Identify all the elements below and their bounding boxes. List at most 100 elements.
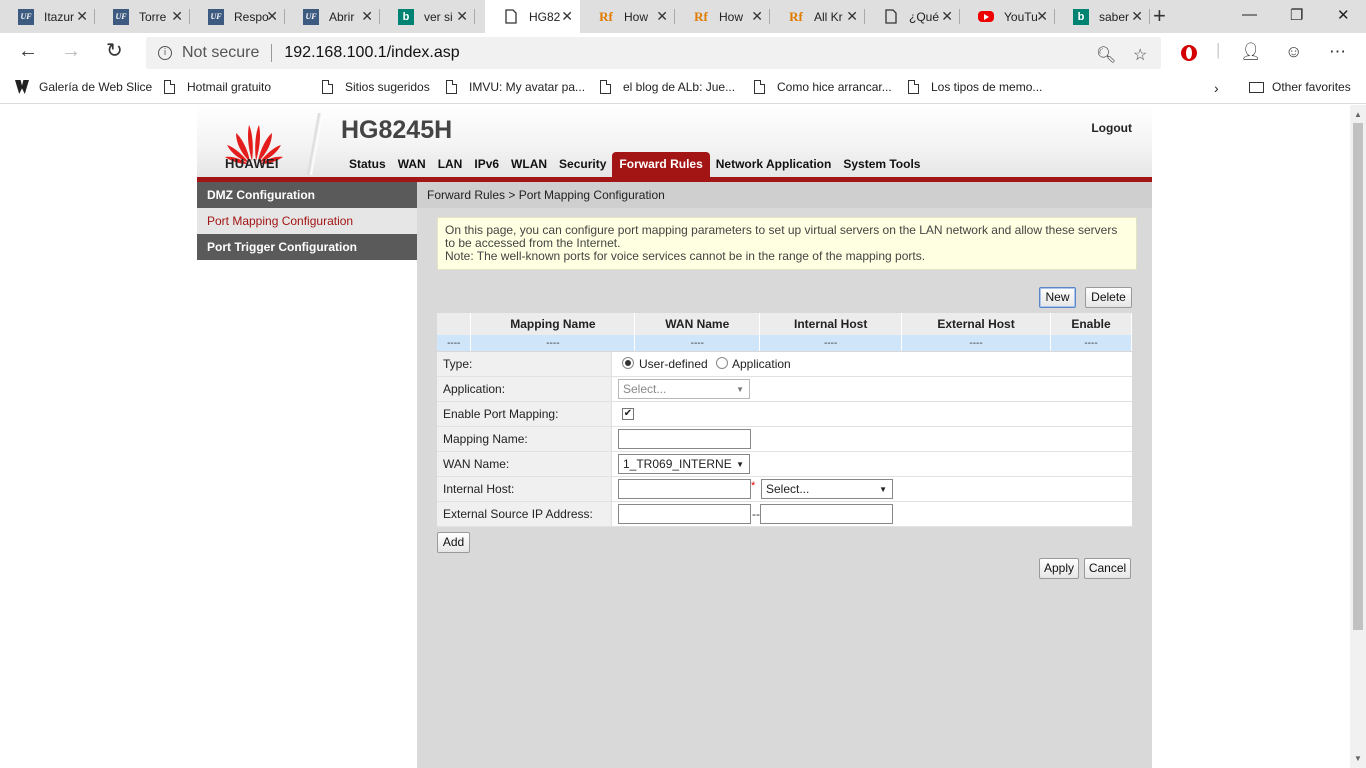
browser-tab[interactable]: UF Abrir ✕ [285,0,380,33]
application-select[interactable]: Select... ▼ [618,379,750,399]
close-tab-icon[interactable]: ✕ [1131,9,1143,23]
dropdown-arrow-icon: ▼ [879,485,887,494]
dropdown-arrow-icon: ▼ [736,385,744,394]
nav-status[interactable]: Status [343,152,392,177]
browser-tab[interactable]: Rf All Kr ✕ [770,0,865,33]
apply-button[interactable]: Apply [1039,558,1079,579]
close-tab-icon[interactable]: ✕ [456,9,468,23]
wan-name-select-value: 1_TR069_INTERNE [623,457,732,471]
browser-tab[interactable]: b ver si ✕ [380,0,475,33]
close-window-icon[interactable]: ✕ [1337,6,1350,24]
profile-icon[interactable]: 👤︎ [1240,42,1262,62]
column-header-wan-name: WAN Name [634,313,761,335]
column-header-enable: Enable [1050,313,1132,335]
tab-title: ¿Qué [909,9,940,24]
favorite-star-icon[interactable]: ☆ [1133,45,1147,65]
chevron-right-icon[interactable]: › [1214,80,1219,96]
port-mapping-form: Type: User-defined Application Applicati… [437,352,1132,527]
browser-tab[interactable]: Rf How ✕ [580,0,675,33]
nav-forward-rules[interactable]: Forward Rules [612,152,710,177]
close-tab-icon[interactable]: ✕ [751,9,763,23]
close-tab-icon[interactable]: ✕ [1036,9,1048,23]
bookmark-item[interactable]: Galería de Web Slice [15,80,152,94]
sidebar-item-dmz[interactable]: DMZ Configuration [197,182,417,208]
sidebar-item-port-trigger[interactable]: Port Trigger Configuration [197,234,417,260]
add-button[interactable]: Add [437,532,470,553]
browser-tab[interactable]: UF Itazur ✕ [0,0,95,33]
browser-tab[interactable]: YouTu ✕ [960,0,1055,33]
close-tab-icon[interactable]: ✕ [941,9,953,23]
wan-name-select[interactable]: 1_TR069_INTERNE ▼ [618,454,750,474]
nav-wan[interactable]: WAN [392,152,432,177]
internal-host-input[interactable] [618,479,751,499]
browser-tab[interactable]: Rf How ✕ [675,0,770,33]
radio-application[interactable] [716,357,728,369]
close-tab-icon[interactable]: ✕ [561,9,573,23]
other-favorites[interactable]: Other favorites [1249,80,1351,94]
bookmark-item[interactable]: Hotmail gratuito [164,80,271,94]
url-text[interactable]: 192.168.100.1/index.asp [284,44,459,62]
close-tab-icon[interactable]: ✕ [266,9,278,23]
close-tab-icon[interactable]: ✕ [846,9,858,23]
bookmark-item[interactable]: el blog de ALb: Jue... [600,80,735,94]
logout-link[interactable]: Logout [1091,121,1132,135]
new-tab-icon[interactable]: + [1153,4,1166,28]
scrollbar-thumb[interactable] [1353,123,1363,630]
bookmarks-bar: Galería de Web Slice Hotmail gratuito Si… [0,74,1366,104]
browser-tab[interactable]: b saber ✕ [1055,0,1150,33]
browser-tab[interactable]: ¿Qué ✕ [865,0,960,33]
extension-icon[interactable] [1181,45,1197,61]
close-tab-icon[interactable]: ✕ [76,9,88,23]
delete-button[interactable]: Delete [1085,287,1132,308]
bookmark-item[interactable]: Sitios sugeridos [322,80,430,94]
page-scrollbar[interactable]: ▲ ▼ [1350,105,1366,768]
zoom-icon[interactable]: 🔍︎ [1096,45,1116,65]
more-menu-icon[interactable]: ⋯ [1329,42,1346,62]
bookmark-item[interactable]: Los tipos de memo... [908,80,1042,94]
cancel-button[interactable]: Cancel [1084,558,1131,579]
feedback-smiley-icon[interactable]: ☺ [1285,42,1302,62]
minimize-icon[interactable]: — [1242,6,1257,23]
nav-system-tools[interactable]: System Tools [837,152,926,177]
bing-favicon-icon: b [398,8,414,25]
info-icon[interactable]: i [158,46,172,60]
nav-lan[interactable]: LAN [432,152,469,177]
new-button[interactable]: New [1039,287,1076,308]
tab-title: saber [1099,9,1130,24]
enable-port-mapping-checkbox[interactable]: ✔ [622,408,634,420]
nav-security[interactable]: Security [553,152,612,177]
bookmark-item[interactable]: IMVU: My avatar pa... [446,80,585,94]
browser-tab[interactable]: UF Torre ✕ [95,0,190,33]
close-tab-icon[interactable]: ✕ [361,9,373,23]
uf-favicon-icon: UF [18,8,34,25]
restore-icon[interactable]: ❐ [1290,6,1303,24]
internal-host-value: * Select... ▼ [612,477,1132,501]
radio-user-defined[interactable] [622,357,634,369]
external-source-ip-end-input[interactable] [760,504,893,524]
enable-value: ✔ [612,402,1132,426]
nav-ipv6[interactable]: IPv6 [468,152,505,177]
browser-tab[interactable]: UF Respo ✕ [190,0,285,33]
nav-wlan[interactable]: WLAN [505,152,553,177]
address-bar[interactable]: i Not secure 192.168.100.1/index.asp 🔍︎ … [146,37,1161,69]
close-tab-icon[interactable]: ✕ [171,9,183,23]
refresh-icon[interactable]: ↻ [106,41,123,61]
sidebar-item-port-mapping[interactable]: Port Mapping Configuration [197,208,417,234]
info-note: On this page, you can configure port map… [437,217,1137,270]
mapping-name-input[interactable] [618,429,751,449]
scroll-down-icon[interactable]: ▼ [1354,754,1362,763]
device-model: HG8245H [341,116,453,144]
close-tab-icon[interactable]: ✕ [656,9,668,23]
bookmark-label: IMVU: My avatar pa... [469,80,586,94]
nav-network-application[interactable]: Network Application [710,152,838,177]
bookmark-item[interactable]: Como hice arrancar... [754,80,892,94]
table-header-row: Mapping Name WAN Name Internal Host Exte… [437,313,1132,335]
table-row[interactable]: ---- ---- ---- ---- ---- ---- [437,335,1132,351]
back-icon[interactable]: ← [18,41,38,61]
browser-tab-active[interactable]: HG82 ✕ [485,0,580,33]
internal-host-select[interactable]: Select... ▼ [761,479,893,499]
forward-icon[interactable]: → [61,41,81,61]
tab-title: HG82 [529,9,561,24]
external-source-ip-start-input[interactable] [618,504,751,524]
scroll-up-icon[interactable]: ▲ [1354,110,1362,119]
